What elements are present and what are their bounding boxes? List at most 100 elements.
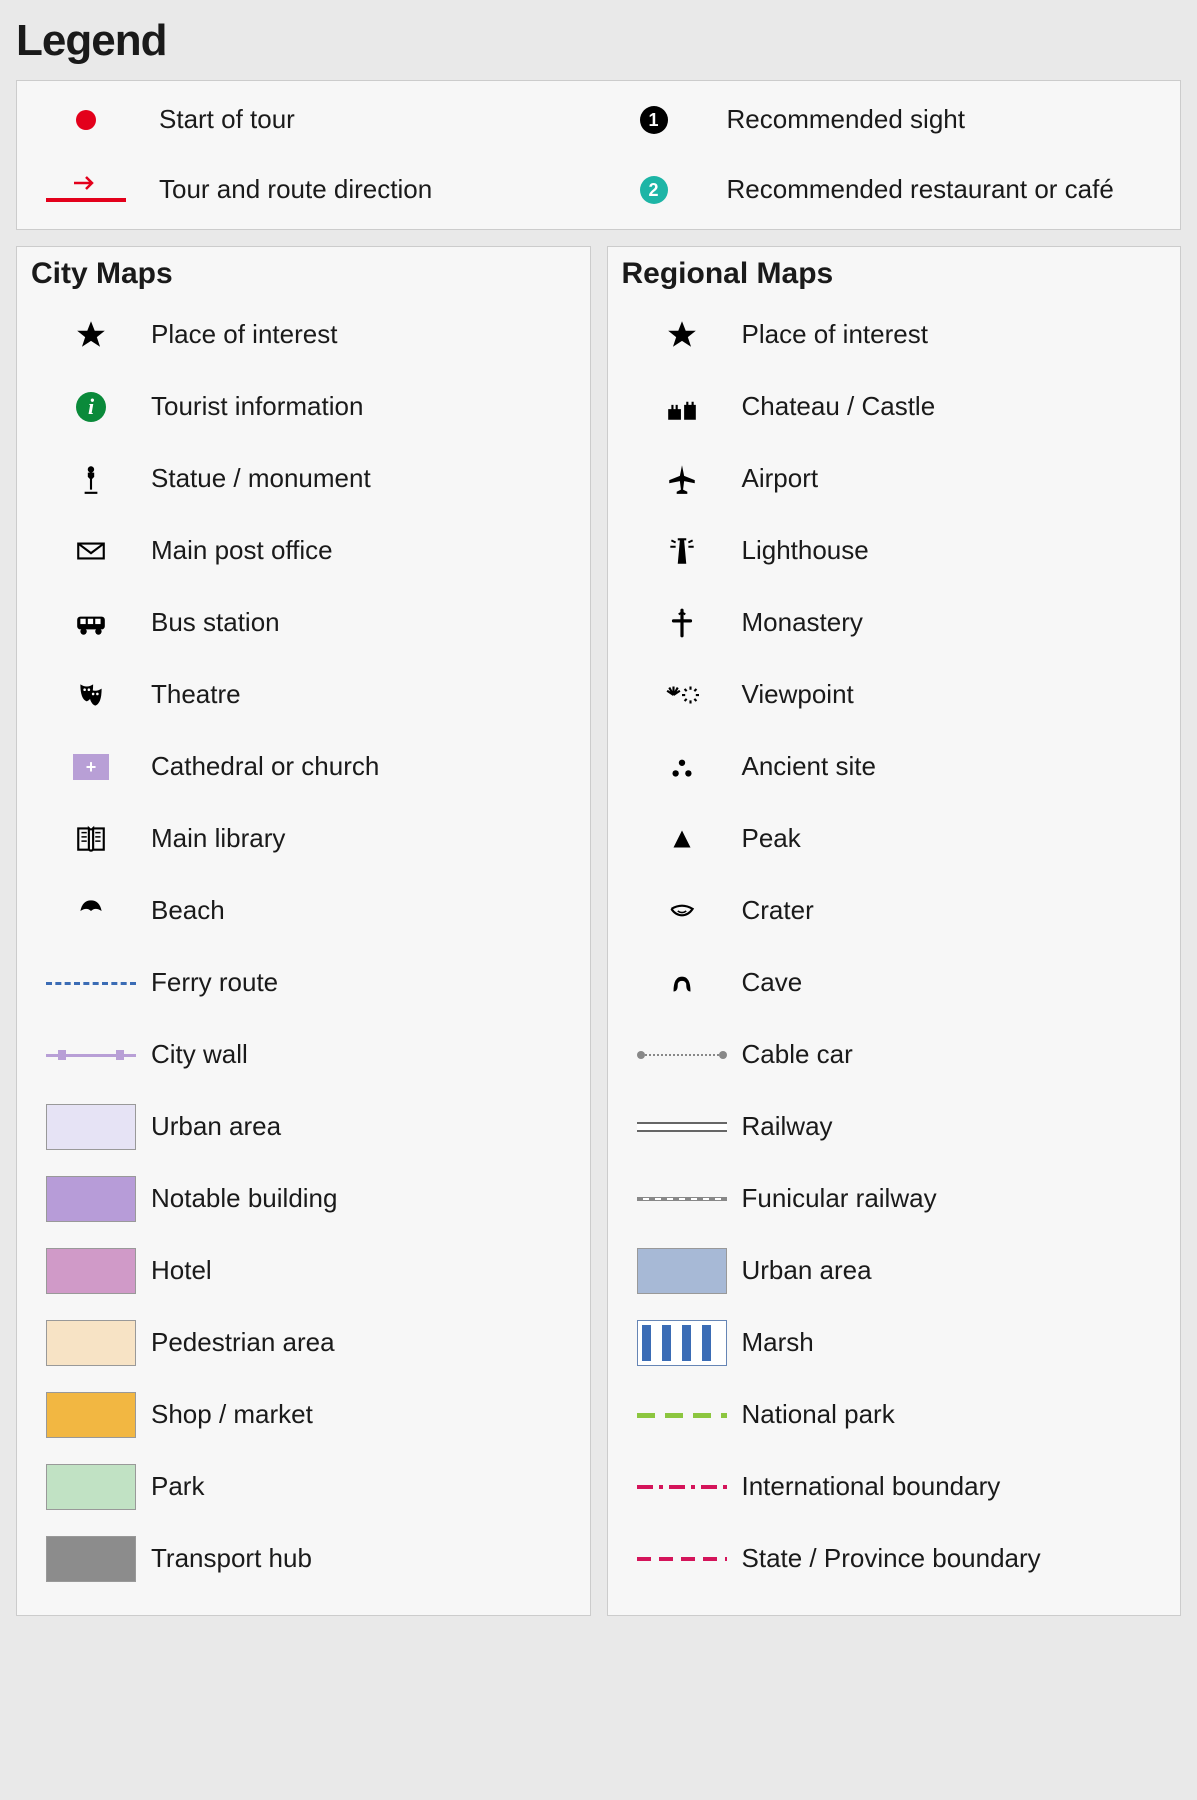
monastery-icon (622, 606, 742, 640)
legend-label: Funicular railway (742, 1183, 937, 1214)
citywall-icon (31, 1050, 151, 1060)
swatch-icon (31, 1464, 151, 1510)
legend-label: Monastery (742, 607, 863, 638)
legend-row: Theatre (31, 659, 576, 731)
railway-icon (622, 1122, 742, 1132)
peak-icon (622, 822, 742, 856)
legend-label: Railway (742, 1111, 833, 1142)
legend-row: Viewpoint (622, 659, 1167, 731)
legend-row: International boundary (622, 1451, 1167, 1523)
legend-row: Hotel (31, 1235, 576, 1307)
legend-label: Chateau / Castle (742, 391, 936, 422)
post-icon (31, 534, 151, 568)
number-badge-icon: 1 (640, 106, 668, 134)
regional-maps-panel: Regional Maps Place of interest Chateau /… (607, 246, 1182, 1616)
legend-label: Cable car (742, 1039, 853, 1070)
legend-row: Ancient site (622, 731, 1167, 803)
swatch-icon (622, 1248, 742, 1294)
tour-col-right: 1 Recommended sight 2 Recommended restau… (599, 91, 1167, 219)
legend-row-sight: 1 Recommended sight (599, 91, 1167, 149)
swatch-icon (31, 1392, 151, 1438)
legend-label: Recommended restaurant or café (727, 174, 1114, 205)
legend-row: Funicular railway (622, 1163, 1167, 1235)
start-dot-icon (76, 110, 96, 130)
legend-row: Airport (622, 443, 1167, 515)
lighthouse-icon (622, 534, 742, 568)
legend-label: City wall (151, 1039, 248, 1070)
legend-label: Peak (742, 823, 801, 854)
legend-label: Beach (151, 895, 225, 926)
legend-row: Railway (622, 1091, 1167, 1163)
legend-row: +Cathedral or church (31, 731, 576, 803)
legend-row: State / Province boundary (622, 1523, 1167, 1595)
legend-label: Transport hub (151, 1543, 312, 1574)
church-icon: + (31, 754, 151, 780)
legend-row: Monastery (622, 587, 1167, 659)
legend-label: Tourist information (151, 391, 363, 422)
legend-row: Place of interest (622, 299, 1167, 371)
swatch-icon (31, 1248, 151, 1294)
legend-row: Notable building (31, 1163, 576, 1235)
swatch-icon (31, 1176, 151, 1222)
legend-label: International boundary (742, 1471, 1001, 1502)
legend-label: Pedestrian area (151, 1327, 335, 1358)
legend-row-route: Tour and route direction (31, 161, 599, 219)
legend-row: Urban area (622, 1235, 1167, 1307)
legend-row: Pedestrian area (31, 1307, 576, 1379)
legend-row: Park (31, 1451, 576, 1523)
tour-col-left: Start of tour Tour and route direction (31, 91, 599, 219)
legend-row: Beach (31, 875, 576, 947)
legend-label: Place of interest (151, 319, 337, 350)
legend-row: Cable car (622, 1019, 1167, 1091)
legend-label: Urban area (742, 1255, 872, 1286)
legend-row: Ferry route (31, 947, 576, 1019)
legend-row: Chateau / Castle (622, 371, 1167, 443)
intl-icon (622, 1485, 742, 1489)
legend-label: Theatre (151, 679, 241, 710)
legend-label: Place of interest (742, 319, 928, 350)
legend-row: National park (622, 1379, 1167, 1451)
legend-row: Bus station (31, 587, 576, 659)
legend-row: Peak (622, 803, 1167, 875)
beach-icon (31, 894, 151, 928)
legend-label: Cathedral or church (151, 751, 379, 782)
legend-row: Place of interest (31, 299, 576, 371)
star-icon (31, 318, 151, 352)
legend-label: Cave (742, 967, 803, 998)
statue-icon (31, 462, 151, 496)
legend-row: Lighthouse (622, 515, 1167, 587)
regional-maps-list: Place of interest Chateau / Castle Airport… (622, 299, 1167, 1595)
crater-icon (622, 894, 742, 928)
legend-label: Lighthouse (742, 535, 869, 566)
tour-legend-panel: Start of tour Tour and route direction 1… (16, 80, 1181, 230)
bus-icon (31, 606, 151, 640)
legend-label: Tour and route direction (159, 174, 432, 205)
legend-row: Urban area (31, 1091, 576, 1163)
legend-label: Main post office (151, 535, 333, 566)
regional-maps-title: Regional Maps (622, 257, 1167, 291)
legend-row: Shop / market (31, 1379, 576, 1451)
legend-label: Airport (742, 463, 819, 494)
legend-label: Ancient site (742, 751, 876, 782)
legend-label: Recommended sight (727, 104, 965, 135)
state-icon (622, 1557, 742, 1561)
star-icon (622, 318, 742, 352)
swatch-icon (31, 1104, 151, 1150)
city-maps-title: City Maps (31, 257, 576, 291)
legend-label: Start of tour (159, 104, 295, 135)
cave-icon (622, 966, 742, 1000)
legend-label: Park (151, 1471, 204, 1502)
legend-label: Notable building (151, 1183, 337, 1214)
info-icon: i (31, 392, 151, 422)
ferry-icon (31, 982, 151, 985)
legend-row: Marsh (622, 1307, 1167, 1379)
marsh-icon (622, 1320, 742, 1366)
legend-row-restaurant: 2 Recommended restaurant or café (599, 161, 1167, 219)
legend-label: Shop / market (151, 1399, 313, 1430)
legend-label: Bus station (151, 607, 280, 638)
legend-row: iTourist information (31, 371, 576, 443)
ancient-icon (622, 750, 742, 784)
number-badge-icon: 2 (640, 176, 668, 204)
swatch-icon (31, 1320, 151, 1366)
legend-label: Main library (151, 823, 285, 854)
